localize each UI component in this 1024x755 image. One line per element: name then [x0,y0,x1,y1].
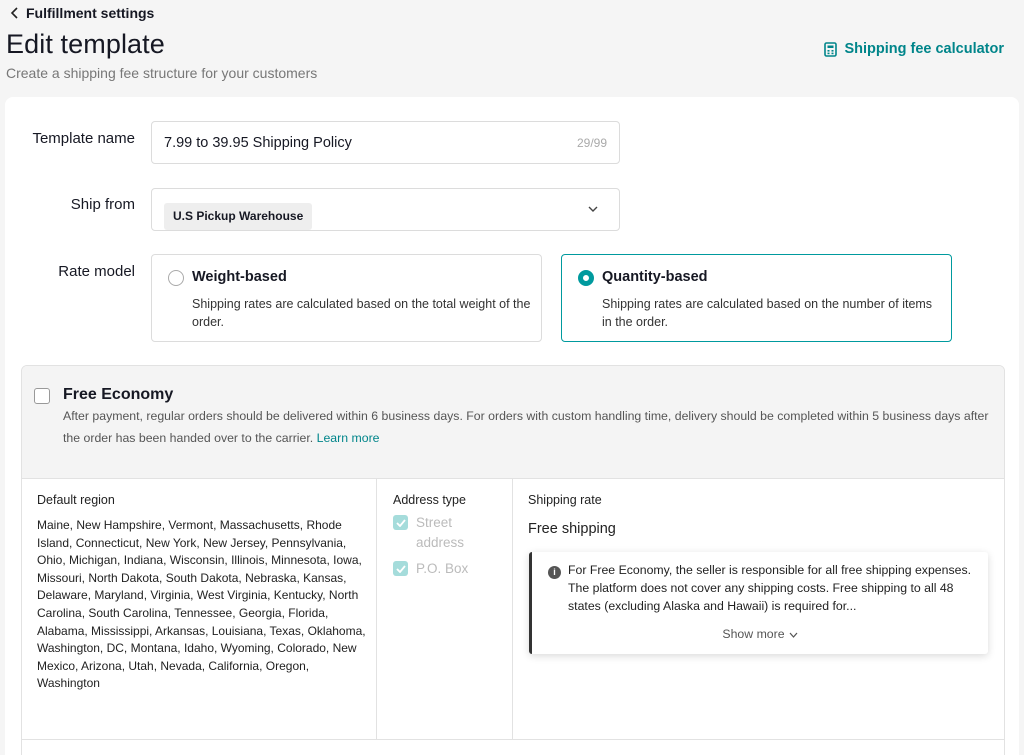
char-counter: 29/99 [576,136,607,150]
page-title: Edit template [6,29,165,59]
region-list: Maine, New Hampshire, Vermont, Massachus… [37,518,366,691]
free-economy-header: Free Economy After payment, regular orde… [22,366,1004,479]
free-economy-checkbox[interactable] [34,388,50,404]
rate-option-title: Weight-based [192,269,287,285]
calculator-icon [824,41,838,57]
template-name-label: Template name [32,130,135,147]
rate-header: Shipping rate [528,493,602,507]
region-header: Default region [37,493,115,507]
template-name-value: 7.99 to 39.95 Shipping Policy [164,135,352,151]
page-subtitle: Create a shipping fee structure for your… [6,65,318,81]
address-header: Address type [393,493,466,507]
shipping-fee-calculator-link[interactable]: Shipping fee calculator [824,41,1004,57]
free-economy-panel: Free Economy After payment, regular orde… [21,365,1005,755]
address-type-label: Street address [416,515,465,550]
chevron-left-icon [10,7,18,19]
learn-more-link[interactable]: Learn more [317,431,380,445]
ship-from-label: Ship from [70,196,135,213]
info-notice: i For Free Economy, the seller is respon… [529,552,988,654]
rate-value: Free shipping [528,521,616,537]
radio-weight[interactable] [168,270,184,286]
free-economy-title: Free Economy [63,386,174,403]
rate-column: Shipping rate Free shipping i For Free E… [513,479,1004,739]
info-notice-text: For Free Economy, the seller is responsi… [568,563,972,613]
show-more-button[interactable]: Show more [532,627,988,641]
rate-option-desc: Shipping rates are calculated based on t… [192,297,531,329]
calculator-label: Shipping fee calculator [844,41,1004,57]
checkbox-checked-icon [393,515,408,530]
radio-quantity[interactable] [578,270,594,286]
free-economy-desc-text: After payment, regular orders should be … [63,409,989,445]
chevron-down-icon [789,632,798,638]
back-link[interactable]: Fulfillment settings [10,5,154,21]
checkbox-checked-icon [393,561,408,576]
address-type-label: P.O. Box [416,561,469,576]
rate-option-desc: Shipping rates are calculated based on t… [602,297,933,329]
chevron-down-icon [588,206,598,212]
rate-option-title: Quantity-based [602,269,708,285]
warehouse-chip: U.S Pickup Warehouse [164,203,313,230]
address-type-street[interactable]: Street address [393,513,476,553]
free-economy-desc: After payment, regular orders should be … [63,406,993,449]
panel-divider [22,739,1004,740]
back-label: Fulfillment settings [26,5,155,21]
show-more-label: Show more [722,627,785,641]
region-column: Default region Maine, New Hampshire, Ver… [22,479,377,739]
address-column: Address type Street address P.O. Box [377,479,513,739]
rate-option-weight[interactable]: Weight-based Shipping rates are calculat… [151,254,542,342]
rate-model-label: Rate model [58,263,135,280]
rate-option-quantity[interactable]: Quantity-based Shipping rates are calcul… [561,254,952,342]
info-icon: i [548,566,561,579]
ship-from-select[interactable]: U.S Pickup Warehouse [151,188,620,231]
address-type-pobox[interactable]: P.O. Box [393,559,476,579]
template-name-input[interactable]: 7.99 to 39.95 Shipping Policy 29/99 [151,121,620,164]
